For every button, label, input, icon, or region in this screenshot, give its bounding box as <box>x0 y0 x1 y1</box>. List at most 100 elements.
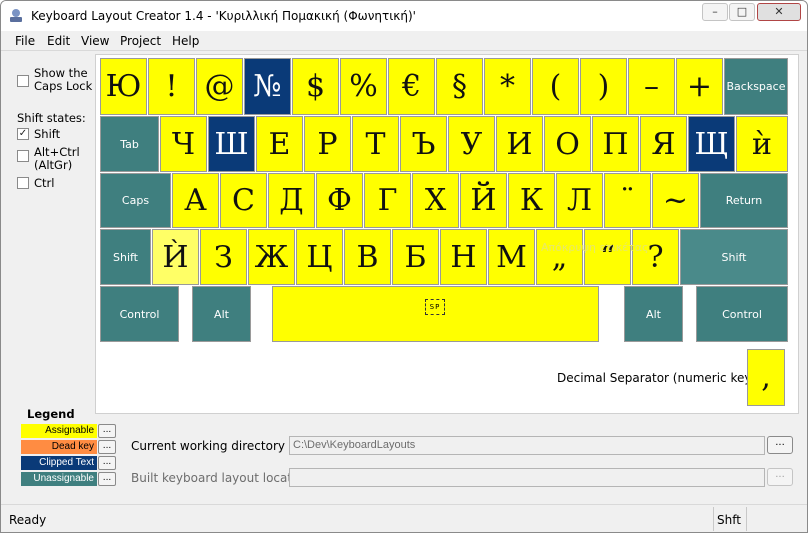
built-location-browse-button[interactable]: ... <box>767 468 793 486</box>
legend-unassignable: Unassignable <box>21 472 97 486</box>
left-control-key[interactable]: Control <box>100 286 179 342</box>
window-title: Keyboard Layout Creator 1.4 - 'Κυριλλική… <box>31 9 416 23</box>
menu-edit[interactable]: Edit <box>47 34 70 48</box>
key-row1[interactable]: € <box>388 58 435 115</box>
key-row3[interactable]: Й <box>460 173 507 228</box>
decimal-separator-key[interactable]: , <box>747 349 785 406</box>
backspace-key[interactable]: Backspace <box>724 58 788 115</box>
altctrl-checkbox[interactable] <box>17 150 29 162</box>
key-row4[interactable]: В <box>344 229 391 285</box>
key-row4[interactable]: Б <box>392 229 439 285</box>
key-row3[interactable]: ¨ <box>604 173 651 228</box>
key-row2[interactable]: И <box>496 116 543 172</box>
ctrl-checkbox[interactable] <box>17 177 29 189</box>
key-row2[interactable]: Ч <box>160 116 207 172</box>
menu-help[interactable]: Help <box>172 34 199 48</box>
shift-state-panel: Show the Caps Lock Shift states: ✓ Shift… <box>7 57 97 407</box>
cwd-field[interactable]: C:\Dev\KeyboardLayouts <box>289 436 765 455</box>
cwd-browse-button[interactable]: ... <box>767 436 793 454</box>
key-row1[interactable]: + <box>676 58 723 115</box>
key-row1[interactable]: % <box>340 58 387 115</box>
key-row1[interactable]: $ <box>292 58 339 115</box>
built-location-label: Built keyboard layout location <box>131 471 311 485</box>
key-row2[interactable]: Ъ <box>400 116 447 172</box>
caps-key[interactable]: Caps <box>100 173 171 228</box>
show-caps-label: Show the Caps Lock <box>34 66 93 93</box>
key-row3[interactable]: К <box>508 173 555 228</box>
key-row3[interactable]: С <box>220 173 267 228</box>
shift-states-title: Shift states: <box>17 111 86 125</box>
status-separator <box>713 507 714 531</box>
key-row4[interactable]: З <box>200 229 247 285</box>
key-row3[interactable]: А <box>172 173 219 228</box>
key-row2[interactable]: О <box>544 116 591 172</box>
title-bar: Keyboard Layout Creator 1.4 - 'Κυριλλική… <box>1 1 807 31</box>
key-row2[interactable]: Ш <box>208 116 255 172</box>
key-row2[interactable]: Е <box>256 116 303 172</box>
key-row2[interactable]: Т <box>352 116 399 172</box>
key-row3[interactable]: Г <box>364 173 411 228</box>
keyboard-app-icon <box>10 9 22 22</box>
key-row1[interactable]: ! <box>148 58 195 115</box>
status-separator <box>746 507 747 531</box>
shift-label: Shift <box>34 127 61 141</box>
key-row3[interactable]: Д <box>268 173 315 228</box>
right-shift-key[interactable]: Shift <box>680 229 788 285</box>
key-row3[interactable]: Х <box>412 173 459 228</box>
ctrl-label: Ctrl <box>34 176 55 190</box>
show-caps-checkbox[interactable] <box>17 75 29 87</box>
shift-checkbox[interactable]: ✓ <box>17 128 29 140</box>
key-row1[interactable]: ( <box>532 58 579 115</box>
key-row1[interactable]: № <box>244 58 291 115</box>
key-row4[interactable]: “ <box>584 229 631 285</box>
decimal-separator-label: Decimal Separator (numeric keypad) <box>557 371 779 385</box>
right-control-key[interactable]: Control <box>696 286 788 342</box>
key-row2[interactable]: П <box>592 116 639 172</box>
key-row3[interactable]: ~ <box>652 173 699 228</box>
left-shift-key[interactable]: Shift <box>100 229 151 285</box>
key-row1[interactable]: * <box>484 58 531 115</box>
main-window: Keyboard Layout Creator 1.4 - 'Κυριλλική… <box>0 0 808 533</box>
built-location-field[interactable] <box>289 468 765 487</box>
key-row4[interactable]: Ж <box>248 229 295 285</box>
left-alt-key[interactable]: Alt <box>192 286 251 342</box>
key-row4[interactable]: Ц <box>296 229 343 285</box>
key-row1[interactable]: @ <box>196 58 243 115</box>
return-key[interactable]: Return <box>700 173 788 228</box>
key-row2[interactable]: Р <box>304 116 351 172</box>
status-bar: Ready Shft <box>1 504 807 532</box>
legend-assignable-button[interactable]: ... <box>98 424 116 438</box>
menu-view[interactable]: View <box>81 34 109 48</box>
key-row4[interactable]: М <box>488 229 535 285</box>
key-row4[interactable]: Ѝ <box>152 229 199 285</box>
key-row1[interactable]: ) <box>580 58 627 115</box>
key-row1[interactable]: Ю <box>100 58 147 115</box>
key-row3[interactable]: Ф <box>316 173 363 228</box>
legend-clipped-button[interactable]: ... <box>98 456 116 470</box>
legend-dead-key: Dead key <box>21 440 97 454</box>
close-button[interactable]: ✕ <box>757 3 801 21</box>
key-row2[interactable]: Щ <box>688 116 735 172</box>
legend-assignable: Assignable <box>21 424 97 438</box>
key-row4[interactable]: „ <box>536 229 583 285</box>
status-text: Ready <box>9 513 47 527</box>
legend-unassignable-button[interactable]: ... <box>98 472 116 486</box>
key-row3[interactable]: Л <box>556 173 603 228</box>
key-row2[interactable]: Я <box>640 116 687 172</box>
right-alt-key[interactable]: Alt <box>624 286 683 342</box>
menu-bar: File Edit View Project Help <box>1 31 807 51</box>
shift-state-indicator: Shft <box>717 513 741 527</box>
ghost-label: Απόκρυψη ετικέτας <box>541 241 649 254</box>
menu-file[interactable]: File <box>15 34 35 48</box>
key-row1[interactable]: § <box>436 58 483 115</box>
minimize-button[interactable]: – <box>702 3 728 21</box>
menu-project[interactable]: Project <box>120 34 161 48</box>
key-row2[interactable]: У <box>448 116 495 172</box>
key-row4[interactable]: ? <box>632 229 679 285</box>
tab-key[interactable]: Tab <box>100 116 159 172</box>
key-row4[interactable]: Н <box>440 229 487 285</box>
key-row1[interactable]: – <box>628 58 675 115</box>
maximize-button[interactable]: □ <box>729 3 755 21</box>
legend-dead-key-button[interactable]: ... <box>98 440 116 454</box>
key-row2[interactable]: ѝ <box>736 116 788 172</box>
